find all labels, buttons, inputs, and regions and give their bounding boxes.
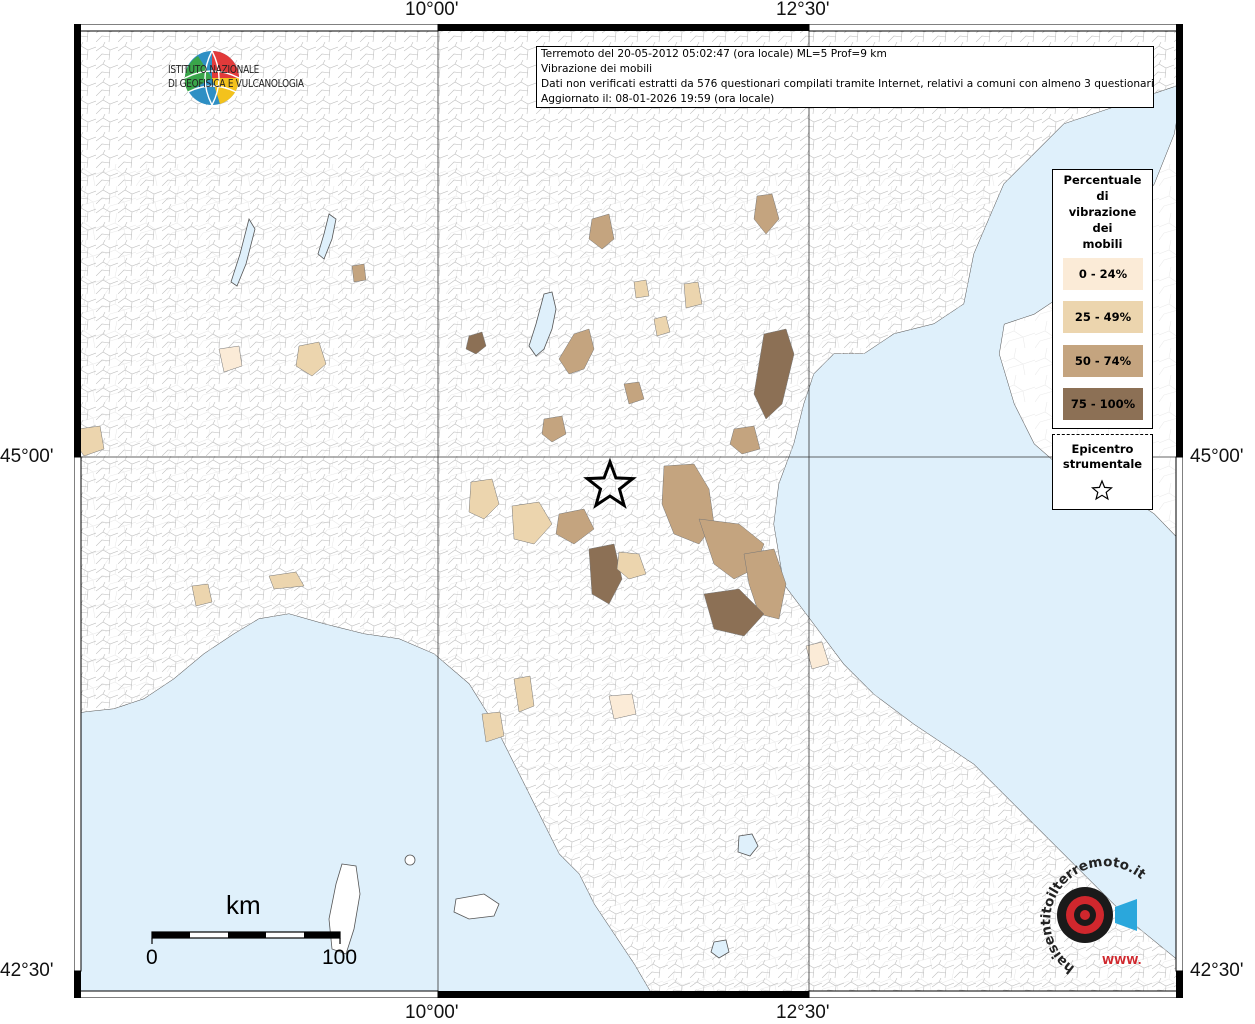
right-tick-42-30: 42°30' xyxy=(1190,960,1244,981)
left-tick-45: 45°00' xyxy=(0,446,54,467)
scale-end: 100 xyxy=(322,946,358,969)
legend-title-line: mobili xyxy=(1082,237,1123,251)
legend-item-0-24: 0 - 24% xyxy=(1063,258,1143,290)
logo-line-2: DI GEOFISICA E VULCANOLOGIA xyxy=(168,78,304,90)
legend-title-line: di xyxy=(1096,189,1109,203)
logo-line-1: ISTITUTO NAZIONALE xyxy=(168,64,260,76)
top-tick-10: 10°00' xyxy=(405,0,459,20)
legend-title-line: vibrazione xyxy=(1068,205,1137,219)
bottom-tick-12-30: 12°30' xyxy=(776,1002,830,1023)
legend-panel: Percentuale di vibrazione dei mobili 0 -… xyxy=(1052,169,1153,429)
legend-item-50-74: 50 - 74% xyxy=(1063,345,1143,377)
legend-title: Percentuale di vibrazione dei mobili xyxy=(1053,172,1152,252)
epicenter-title-line: strumentale xyxy=(1062,457,1143,471)
bottom-tick-10: 10°00' xyxy=(405,1002,459,1023)
site-badge: haisentitoilterremoto.it WWW. xyxy=(1038,854,1149,977)
star-icon xyxy=(1091,479,1113,501)
epicenter-legend: Epicentro strumentale xyxy=(1052,434,1153,510)
ingv-logo-text: ISTITUTO NAZIONALE DI GEOFISICA E VULCAN… xyxy=(168,63,304,91)
legend-item-25-49: 25 - 49% xyxy=(1063,301,1143,333)
event-title: Terremoto del 20-05-2012 05:02:47 (ora l… xyxy=(541,48,887,60)
legend-title-line: Percentuale xyxy=(1063,173,1142,187)
scale-start: 0 xyxy=(146,946,158,969)
badge-prefix: WWW. xyxy=(1102,954,1142,967)
map-area xyxy=(74,24,1183,998)
legend-item-75-100: 75 - 100% xyxy=(1063,388,1143,420)
epicenter-legend-title: Epicentro strumentale xyxy=(1053,442,1152,472)
epicenter-title-line: Epicentro xyxy=(1071,442,1134,456)
event-info-box: Terremoto del 20-05-2012 05:02:47 (ora l… xyxy=(536,46,1154,108)
map-canvas xyxy=(74,24,1183,998)
scale-unit: km xyxy=(226,890,261,920)
map-subject: Vibrazione dei mobili xyxy=(541,63,653,75)
left-tick-42-30: 42°30' xyxy=(0,960,54,981)
data-note: Dati non verificati estratti da 576 ques… xyxy=(541,78,1154,90)
updated-timestamp: Aggiornato il: 08-01-2026 19:59 (ora loc… xyxy=(541,93,775,105)
island-capraia xyxy=(404,854,416,866)
legend-title-line: dei xyxy=(1092,221,1113,235)
top-tick-12-30: 12°30' xyxy=(776,0,830,20)
right-tick-45: 45°00' xyxy=(1190,446,1244,467)
